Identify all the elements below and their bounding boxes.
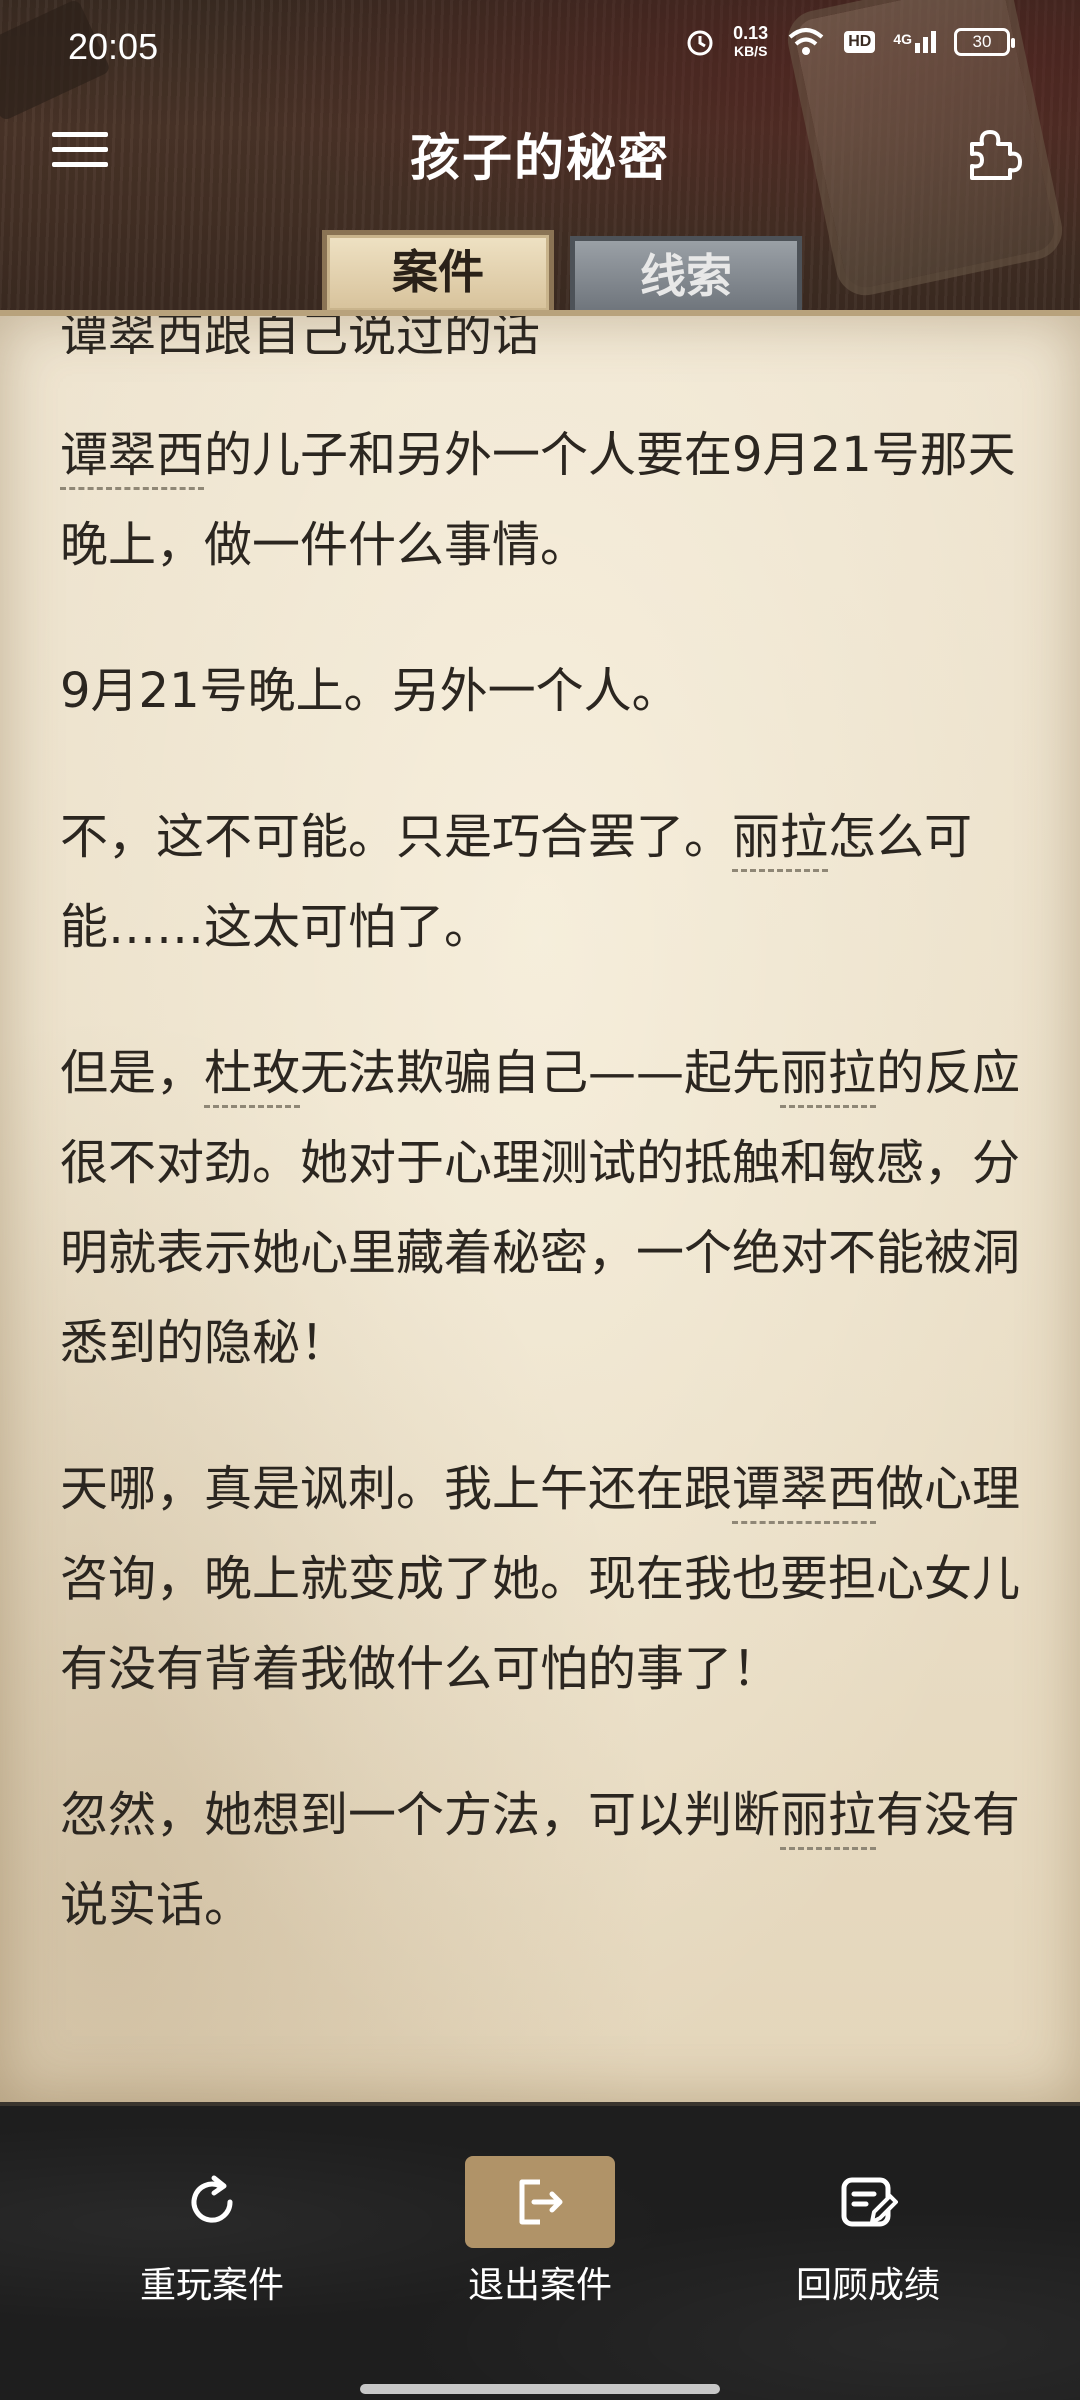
signal-label: 4G: [893, 31, 912, 47]
story-text-run: 不，这不可能。只是巧合罢了。: [60, 809, 733, 865]
wifi-icon: [788, 28, 824, 55]
review-edit-icon: [841, 2177, 898, 2227]
story-text-run: 忽然，她想到一个方法，可以判断: [60, 1787, 781, 1843]
story-paper: 谭翠西跟自己说过的话 谭翠西的儿子和另外一个人要在9月21号那天晚上，做一件什么…: [0, 310, 1080, 2102]
tab-clues[interactable]: 线索: [570, 236, 802, 316]
story-text-run: 无法欺骗自己——起先: [300, 1045, 781, 1101]
tab-case[interactable]: 案件: [322, 230, 554, 316]
story-text-run: 跟自己说过的话: [204, 310, 541, 354]
story-text: 谭翠西跟自己说过的话 谭翠西的儿子和另外一个人要在9月21号那天晚上，做一件什么…: [60, 316, 1030, 2006]
keyword-link[interactable]: 谭翠西: [60, 427, 205, 490]
story-text-run: 的儿子和另外一个人要在9月21号那天晚上，做一件什么事情。: [60, 427, 1016, 573]
hd-badge: HD: [844, 31, 876, 53]
signal-indicator: 4G: [893, 31, 936, 53]
exit-icon-wrap: [465, 2156, 615, 2248]
keyword-link[interactable]: 丽拉: [780, 1787, 877, 1850]
page-title: 孩子的秘密: [410, 128, 670, 187]
exit-case-button[interactable]: 退出案件: [410, 2156, 670, 2308]
keyword-link[interactable]: 丽拉: [780, 1045, 877, 1108]
replay-case-button[interactable]: 重玩案件: [82, 2156, 342, 2308]
keyword-link[interactable]: 杜玫: [204, 1045, 301, 1108]
story-paragraph-cut: 谭翠西跟自己说过的话: [60, 310, 1030, 354]
keyword-link[interactable]: 丽拉: [732, 809, 829, 872]
replay-icon: [191, 2175, 233, 2223]
status-time: 20:05: [68, 26, 159, 67]
story-paragraph-5: 天哪，真是讽刺。我上午还在跟谭翠西做心理咨询，晚上就变成了她。现在我也要担心女儿…: [60, 1444, 1030, 1714]
replay-case-label: 重玩案件: [139, 2265, 284, 2306]
story-paragraph-3: 不，这不可能。只是巧合罢了。丽拉怎么可能……这太可怕了。: [60, 792, 1030, 972]
story-paragraph-2: 9月21号晚上。另外一个人。: [60, 663, 680, 719]
alarm-icon: [687, 30, 713, 56]
story-paragraph-4: 但是，杜玫无法欺骗自己——起先丽拉的反应很不对劲。她对于心理测试的抵触和敏感，分…: [60, 1028, 1030, 1388]
home-indicator[interactable]: [360, 2384, 720, 2394]
story-paragraph-1: 谭翠西的儿子和另外一个人要在9月21号那天晚上，做一件什么事情。: [60, 410, 1030, 590]
puzzle-icon: [970, 130, 1022, 180]
status-bar: 20:05 0.13 KB/S HD 4G 30: [0, 0, 1080, 96]
review-score-button[interactable]: 回顾成绩: [738, 2156, 998, 2308]
net-speed-value: 0.13: [733, 23, 769, 43]
net-speed-unit: KB/S: [733, 43, 768, 59]
story-paragraph-6: 忽然，她想到一个方法，可以判断丽拉有没有说实话。: [60, 1770, 1030, 1950]
review-score-label: 回顾成绩: [795, 2265, 940, 2306]
replay-icon-wrap: [137, 2156, 287, 2248]
settings-button[interactable]: [962, 122, 1022, 182]
keyword-link[interactable]: 谭翠西: [60, 316, 205, 354]
bottom-action-bar: 重玩案件 退出案件 回顾成绩: [0, 2102, 1080, 2400]
exit-case-label: 退出案件: [467, 2265, 612, 2306]
review-icon-wrap: [793, 2156, 943, 2248]
story-text-run: 但是，: [60, 1045, 205, 1101]
story-text-run: 天哪，真是讽刺。我上午还在跟: [60, 1461, 733, 1517]
status-icons: 0.13 KB/S HD 4G 30: [685, 24, 1015, 60]
exit-icon: [519, 2179, 563, 2225]
keyword-link[interactable]: 谭翠西: [732, 1461, 877, 1524]
network-speed: 0.13 KB/S: [733, 24, 768, 60]
battery-indicator: 30: [954, 28, 1015, 56]
